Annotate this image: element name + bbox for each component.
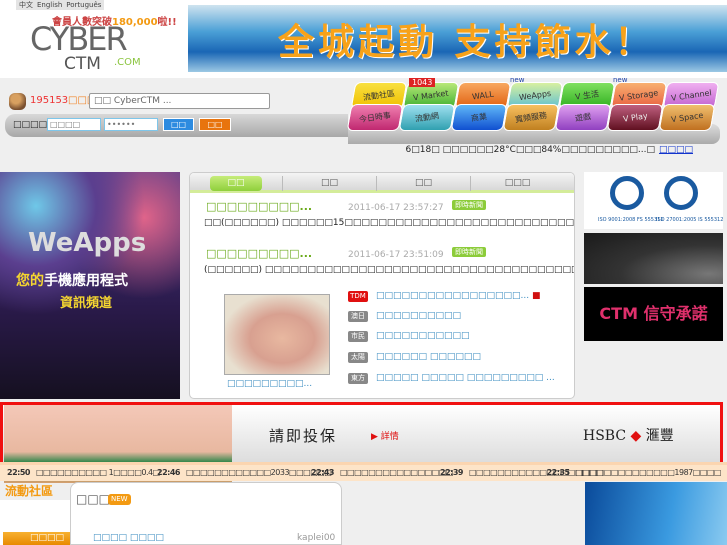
new-badge: new: [510, 76, 525, 84]
news-tab-4[interactable]: □□□: [470, 176, 564, 191]
bsi-cert-1: ISO 9001:2008 FS 555311: [598, 217, 664, 223]
hsbc-cta: 請即投保: [269, 427, 338, 445]
nav-tile-broadband[interactable]: 寬頻服務: [502, 104, 560, 131]
news-headline[interactable]: □□□□□□□□□...: [206, 200, 312, 213]
weapps-logo: WeApps: [28, 228, 147, 258]
news-summary: □□(□□□□□□) □□□□□□15□□□□□□□□□□□□□□□□□□□□□…: [204, 218, 575, 228]
notification-badge: 1043: [409, 78, 436, 87]
top-banner-ad[interactable]: 全城起動 支持節水！: [188, 5, 727, 72]
register-button[interactable]: □□: [199, 118, 231, 131]
news-ticker: 22:50 □□□□□□□□□□ 1□□□□0.4□ 22:46 □□□□□□□□□…: [0, 462, 727, 481]
members-icon: [9, 93, 26, 110]
password-input[interactable]: ••••••: [104, 118, 158, 131]
photo-caption[interactable]: □□□□□□□□□...: [227, 379, 312, 389]
dark-ad[interactable]: [584, 233, 723, 284]
new-badge: new: [613, 76, 628, 84]
ticker-item[interactable]: 22:43 □□□□□□□□□□□□□□□□: [311, 468, 453, 477]
new-badge: NEW: [108, 494, 131, 505]
weather-link[interactable]: □□□□: [659, 145, 693, 155]
ticker-item[interactable]: 22:50 □□□□□□□□□□ 1□□□□0.4□: [7, 468, 160, 477]
breaking-news-badge: 即時新聞: [452, 200, 486, 210]
news-time: 2011-06-17 23:57:27: [348, 203, 444, 213]
source-headline[interactable]: □□□□□ □□□□□ □□□□□□□□□ ...: [376, 373, 555, 383]
nav-tile-games[interactable]: 遊戲: [554, 104, 612, 131]
nav-tile-v-space[interactable]: V Space: [658, 104, 716, 131]
nav-tile-today-news[interactable]: 今日時事: [346, 104, 404, 131]
source-row: TDM □□□□□□□□□□□□□□□□□... ■: [348, 291, 541, 302]
ctm-promise-ad[interactable]: CTM 信守承諾: [584, 287, 723, 341]
source-row: 市民 □□□□□□□□□□□: [348, 331, 470, 342]
weather-info: 6□18□ □□□□□□28°C□□□84%□□□□□□□□□...□ □□□□: [406, 145, 693, 155]
lang-chinese[interactable]: 中文: [19, 1, 33, 9]
ticker-item[interactable]: 22:35 □□□□□□□□□□□□□□1987□□□□: [547, 468, 722, 477]
weapps-ad[interactable]: WeApps 您的手機應用程式 資訊頻道: [0, 172, 180, 399]
news-panel: □□ □□ □□ □□□ □□□□□□□□□... 2011-06-17 23:…: [189, 172, 575, 399]
source-tag: TDM: [348, 291, 368, 302]
weapps-tagline: 您的手機應用程式: [16, 273, 128, 289]
language-bar: 中文 English Português: [16, 0, 105, 10]
member-count: 195153: [30, 95, 69, 106]
hsbc-logo: HSBC ◆ 滙豐: [583, 428, 674, 444]
source-tag: 澳日: [348, 311, 368, 322]
source-headline[interactable]: □□□□□□□□□□□: [376, 331, 470, 341]
source-headline[interactable]: □□□□□□ □□□□□□: [376, 352, 481, 362]
source-headline[interactable]: □□□□□□□□□□: [376, 311, 461, 321]
username-input[interactable]: □□□□: [47, 118, 101, 131]
community-post-link[interactable]: □□□□ □□□□: [93, 533, 164, 543]
logo-domain: .COM: [114, 57, 141, 68]
news-headline[interactable]: □□□□□□□□□...: [206, 247, 312, 260]
news-summary: (□□□□□□) □□□□□□□□□□□□□□□□□□□□□□□□□□□□□□□…: [204, 265, 575, 275]
bsi-logo-icon: [664, 176, 698, 210]
weapps-channel: 資訊頻道: [60, 296, 113, 311]
source-headline[interactable]: □□□□□□□□□□□□□□□□□...: [376, 291, 529, 301]
bsi-cert-2: ISO 27001:2005 IS 555312: [656, 217, 724, 223]
nav-tile-business[interactable]: 商業: [450, 104, 508, 131]
source-row: 東方 □□□□□ □□□□□ □□□□□□□□□ ...: [348, 373, 555, 384]
news-photo[interactable]: [224, 294, 330, 375]
news-tabs: □□ □□ □□ □□□: [190, 173, 574, 193]
source-tag: 太陽: [348, 352, 368, 363]
source-tag: 東方: [348, 373, 368, 384]
community-post-user[interactable]: kaplei00: [297, 533, 335, 543]
weather-text: 6□18□ □□□□□□28°C□□□84%□□□□□□□□□...□: [405, 145, 655, 155]
news-tab-1[interactable]: □□: [210, 176, 262, 191]
breaking-news-badge: 即時新聞: [452, 247, 486, 257]
source-row: 澳日 □□□□□□□□□□: [348, 311, 461, 322]
hsbc-details-link[interactable]: ▶ 詳情: [371, 429, 399, 442]
bottom-right-ad[interactable]: [585, 482, 727, 545]
bsi-logo-icon: [610, 176, 644, 210]
community-side-button[interactable]: □□□□: [3, 532, 70, 545]
community-heading: 流動社區: [5, 484, 54, 498]
nav-tile-mobile-net[interactable]: 流動網: [398, 104, 456, 131]
lang-portuguese[interactable]: Português: [66, 1, 101, 9]
ticker-item[interactable]: 22:46 □□□□□□□□□□□□2033□□□□□□: [157, 468, 332, 477]
news-tab-2[interactable]: □□: [282, 176, 376, 191]
video-icon: ■: [532, 291, 541, 301]
site-logo[interactable]: 會員人數突破180,000啦!! CYBER CTM .COM: [0, 10, 187, 77]
news-time: 2011-06-17 23:51:09: [348, 250, 444, 260]
nav-tile-v-play[interactable]: V Play: [606, 104, 664, 131]
lang-english[interactable]: English: [37, 1, 62, 9]
news-tab-3[interactable]: □□: [376, 176, 470, 191]
banner-text: 全城起動 支持節水！: [278, 22, 655, 63]
bsi-certification[interactable]: ISO 9001:2008 FS 555311 ISO 27001:2005 I…: [584, 172, 723, 229]
source-row: 太陽 □□□□□□ □□□□□□: [348, 352, 481, 363]
source-tag: 市民: [348, 331, 368, 342]
search-input[interactable]: □□ CyberCTM ...: [89, 93, 270, 109]
logo-sub: CTM: [64, 54, 101, 74]
login-button[interactable]: □□: [163, 118, 194, 131]
logo-text: CYBER: [30, 20, 128, 58]
